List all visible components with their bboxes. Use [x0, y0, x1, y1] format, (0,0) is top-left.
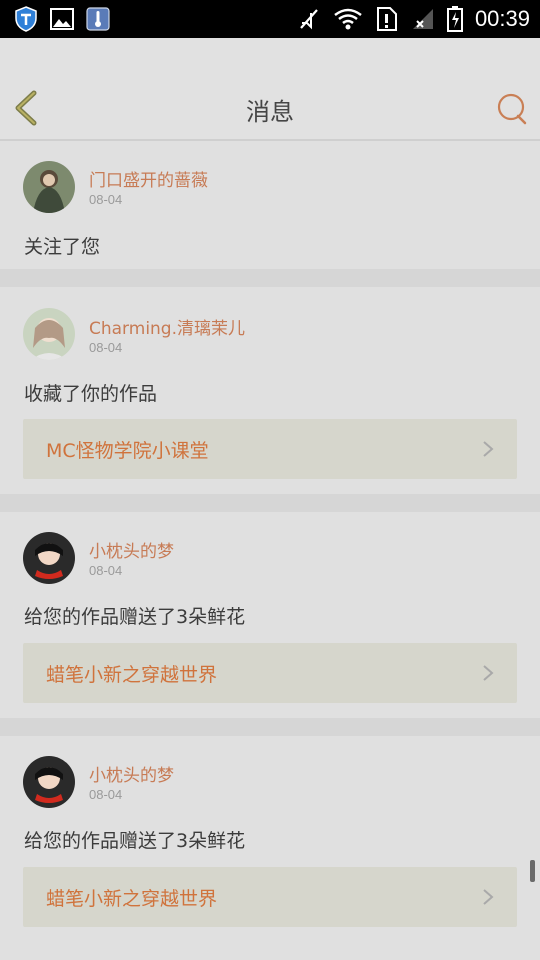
message-action: 收藏了你的作品 — [24, 383, 158, 405]
message-card[interactable]: Charming.清璃茉儿 08-04 收藏了你的作品 MC怪物学院小课堂 — [0, 287, 540, 494]
username[interactable]: 小枕头的梦 — [89, 537, 174, 562]
username[interactable]: Charming.清璃茉儿 — [89, 314, 245, 339]
mute-icon — [297, 7, 321, 31]
chevron-right-icon — [483, 665, 494, 681]
page-title: 消息 — [246, 98, 294, 126]
chevron-right-icon — [483, 889, 494, 905]
scrollbar[interactable] — [530, 860, 535, 882]
work-title: MC怪物学院小课堂 — [46, 439, 209, 462]
work-link[interactable]: 蜡笔小新之穿越世界 — [23, 867, 517, 927]
message-action: 给您的作品赠送了3朵鲜花 — [24, 830, 246, 852]
message-date: 08-04 — [89, 563, 123, 578]
avatar[interactable] — [23, 161, 75, 213]
work-title: 蜡笔小新之穿越世界 — [46, 663, 218, 686]
message-date: 08-04 — [89, 340, 123, 355]
message-action: 关注了您 — [24, 236, 101, 258]
avatar[interactable] — [23, 532, 75, 584]
sim-icon — [375, 7, 399, 31]
chevron-right-icon — [483, 441, 494, 457]
status-bar: 00:39 — [0, 0, 540, 38]
message-card[interactable]: 小枕头的梦 08-04 给您的作品赠送了3朵鲜花 蜡笔小新之穿越世界 — [0, 736, 540, 960]
search-button[interactable] — [494, 92, 528, 126]
status-time: 00:39 — [474, 6, 530, 31]
username[interactable]: 门口盛开的蔷薇 — [89, 166, 208, 191]
battery-icon — [446, 6, 463, 32]
image-icon — [50, 7, 74, 31]
header: 消息 — [0, 38, 540, 139]
message-action: 给您的作品赠送了3朵鲜花 — [24, 606, 246, 628]
work-link[interactable]: MC怪物学院小课堂 — [23, 419, 517, 479]
message-card[interactable]: 门口盛开的蔷薇 08-04 关注了您 — [0, 141, 540, 269]
avatar[interactable] — [23, 308, 75, 360]
avatar[interactable] — [23, 756, 75, 808]
message-card[interactable]: 小枕头的梦 08-04 给您的作品赠送了3朵鲜花 蜡笔小新之穿越世界 — [0, 512, 540, 718]
username[interactable]: 小枕头的梦 — [89, 761, 174, 786]
shield-icon — [14, 6, 38, 32]
signal-icon — [411, 7, 435, 31]
card-separator — [0, 269, 540, 287]
card-separator — [0, 718, 540, 736]
message-date: 08-04 — [89, 192, 123, 207]
work-link[interactable]: 蜡笔小新之穿越世界 — [23, 643, 517, 703]
card-separator — [0, 494, 540, 512]
thermometer-icon — [86, 7, 110, 31]
wifi-icon — [333, 7, 363, 31]
message-date: 08-04 — [89, 787, 123, 802]
work-title: 蜡笔小新之穿越世界 — [46, 887, 218, 910]
search-icon — [497, 93, 527, 125]
